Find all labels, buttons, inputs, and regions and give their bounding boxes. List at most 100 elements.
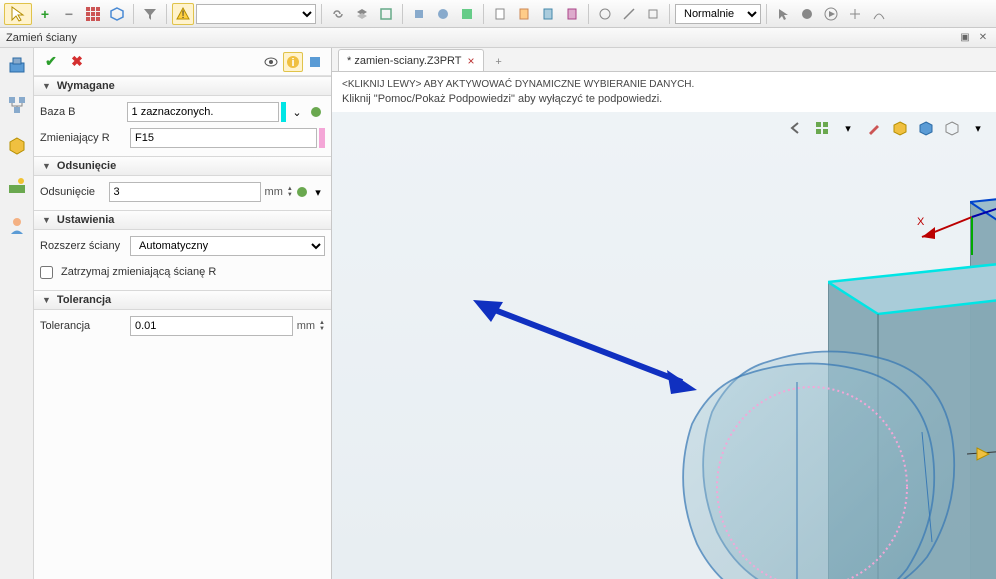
eye-icon[interactable] — [261, 52, 281, 72]
base-input[interactable] — [127, 102, 279, 122]
tol-unit: mm — [295, 320, 317, 332]
section-title: Wymagane — [57, 80, 115, 92]
section-title: Odsunięcie — [57, 160, 116, 172]
grid-snap-button[interactable] — [82, 3, 104, 25]
dimension-handle[interactable] — [967, 442, 996, 466]
sidebar-scene-button[interactable] — [4, 172, 30, 198]
panel-close-button[interactable]: ✕ — [976, 31, 990, 45]
tool-button[interactable] — [408, 3, 430, 25]
tab-close-button[interactable]: × — [468, 54, 475, 68]
toolbar-separator — [483, 4, 484, 24]
page-button[interactable] — [537, 3, 559, 25]
sidebar-part-button[interactable] — [4, 132, 30, 158]
paint-icon[interactable] — [864, 118, 884, 138]
expand-icon[interactable] — [305, 52, 325, 72]
warning-button[interactable]: ! — [172, 3, 194, 25]
document-tab[interactable]: * zamien-sciany.Z3PRT × — [338, 49, 484, 71]
changing-colorbar — [319, 128, 325, 148]
remove-button[interactable]: − — [58, 3, 80, 25]
misc-button[interactable] — [594, 3, 616, 25]
cube-solid-icon[interactable] — [916, 118, 936, 138]
tool-button[interactable] — [375, 3, 397, 25]
info-icon[interactable]: i — [283, 52, 303, 72]
selection-filter-select[interactable] — [196, 4, 316, 24]
display-mode-select[interactable]: Normalnie — [675, 4, 761, 24]
misc-button[interactable] — [796, 3, 818, 25]
tab-add-button[interactable]: + — [490, 53, 508, 71]
svg-text:i: i — [291, 57, 294, 69]
offset-label: Odsunięcie — [40, 186, 107, 198]
page-button[interactable] — [561, 3, 583, 25]
pick-icon[interactable] — [308, 103, 325, 121]
tol-spinner[interactable]: ▲▼ — [319, 320, 325, 332]
offset-input[interactable] — [109, 182, 261, 202]
axis-x-label: X — [917, 216, 925, 228]
add-button[interactable]: + — [34, 3, 56, 25]
grid-icon[interactable] — [812, 118, 832, 138]
chevron-down-icon[interactable]: ⌄ — [288, 103, 305, 121]
dropdown-icon[interactable]: ▾ — [838, 118, 858, 138]
toolbar-separator — [588, 4, 589, 24]
extend-label: Rozszerz ściany — [40, 240, 128, 252]
halt-label: Zatrzymaj zmieniającą ścianę R — [61, 266, 216, 278]
viewport-hint: <KLIKNIJ LEWY> ABY AKTYWOWAĆ DYNAMICZNE … — [332, 72, 996, 112]
page-button[interactable] — [489, 3, 511, 25]
left-sidebar — [0, 48, 34, 579]
tab-label: * zamien-sciany.Z3PRT — [347, 55, 462, 67]
cursor-button[interactable] — [772, 3, 794, 25]
collapse-icon: ▼ — [42, 295, 51, 305]
panel-pin-button[interactable]: ▣ — [958, 31, 972, 45]
changing-input[interactable] — [130, 128, 317, 148]
toolbar-separator — [766, 4, 767, 24]
section-title: Ustawienia — [57, 214, 114, 226]
chevron-down-icon[interactable]: ▾ — [311, 183, 325, 201]
pick-mode-button[interactable] — [4, 3, 32, 25]
dropdown-icon[interactable]: ▾ — [968, 118, 988, 138]
play-button[interactable] — [820, 3, 842, 25]
halt-checkbox[interactable] — [40, 266, 53, 279]
cancel-button[interactable]: ✖ — [66, 51, 88, 73]
tol-input[interactable] — [130, 316, 293, 336]
viewport-wrap: * zamien-sciany.Z3PRT × + <KLIKNIJ LEWY>… — [332, 48, 996, 579]
section-header-required[interactable]: ▼ Wymagane — [34, 76, 331, 96]
misc-button[interactable] — [642, 3, 664, 25]
section-header-tolerance[interactable]: ▼ Tolerancja — [34, 290, 331, 310]
cube-shaded-icon[interactable] — [890, 118, 910, 138]
section-header-settings[interactable]: ▼ Ustawienia — [34, 210, 331, 230]
base-colorbar — [281, 102, 287, 122]
annotation-arrow — [467, 292, 707, 412]
viewport-canvas[interactable]: ▾ ▾ — [332, 112, 996, 579]
page-button[interactable] — [513, 3, 535, 25]
panel-title-bar: Zamień ściany ▣ ✕ — [0, 28, 996, 48]
hint-line2: Kliknij "Pomoc/Pokaż Podpowiedzi" aby wy… — [342, 92, 986, 106]
pick-icon[interactable] — [295, 183, 309, 201]
tool-button[interactable] — [456, 3, 478, 25]
svg-text:!: ! — [181, 9, 184, 21]
misc-button[interactable] — [844, 3, 866, 25]
panel-title-text: Zamień ściany — [6, 32, 77, 44]
panel-action-header: ✔ ✖ i — [34, 48, 331, 76]
misc-button[interactable] — [618, 3, 640, 25]
toolbar-separator — [166, 4, 167, 24]
sidebar-assembly-button[interactable] — [4, 52, 30, 78]
layers-button[interactable] — [351, 3, 373, 25]
main-toolbar: + − ! Normalnie — [0, 0, 996, 28]
cube-wire-icon[interactable] — [942, 118, 962, 138]
hexagon-button[interactable] — [106, 3, 128, 25]
properties-panel: ✔ ✖ i ▼ Wymagane Baza B ⌄ Zmieniający R — [34, 48, 332, 579]
ok-button[interactable]: ✔ — [40, 51, 62, 73]
sidebar-tree-button[interactable] — [4, 92, 30, 118]
toolbar-separator — [669, 4, 670, 24]
sidebar-user-button[interactable] — [4, 212, 30, 238]
misc-button[interactable] — [868, 3, 890, 25]
section-header-offset[interactable]: ▼ Odsunięcie — [34, 156, 331, 176]
collapse-icon: ▼ — [42, 81, 51, 91]
filter-button[interactable] — [139, 3, 161, 25]
collapse-icon: ▼ — [42, 215, 51, 225]
extend-select[interactable]: Automatyczny — [130, 236, 325, 256]
link-button[interactable] — [327, 3, 349, 25]
toolbar-separator — [133, 4, 134, 24]
back-icon[interactable] — [786, 118, 806, 138]
tool-button[interactable] — [432, 3, 454, 25]
offset-spinner[interactable]: ▲▼ — [287, 186, 293, 198]
